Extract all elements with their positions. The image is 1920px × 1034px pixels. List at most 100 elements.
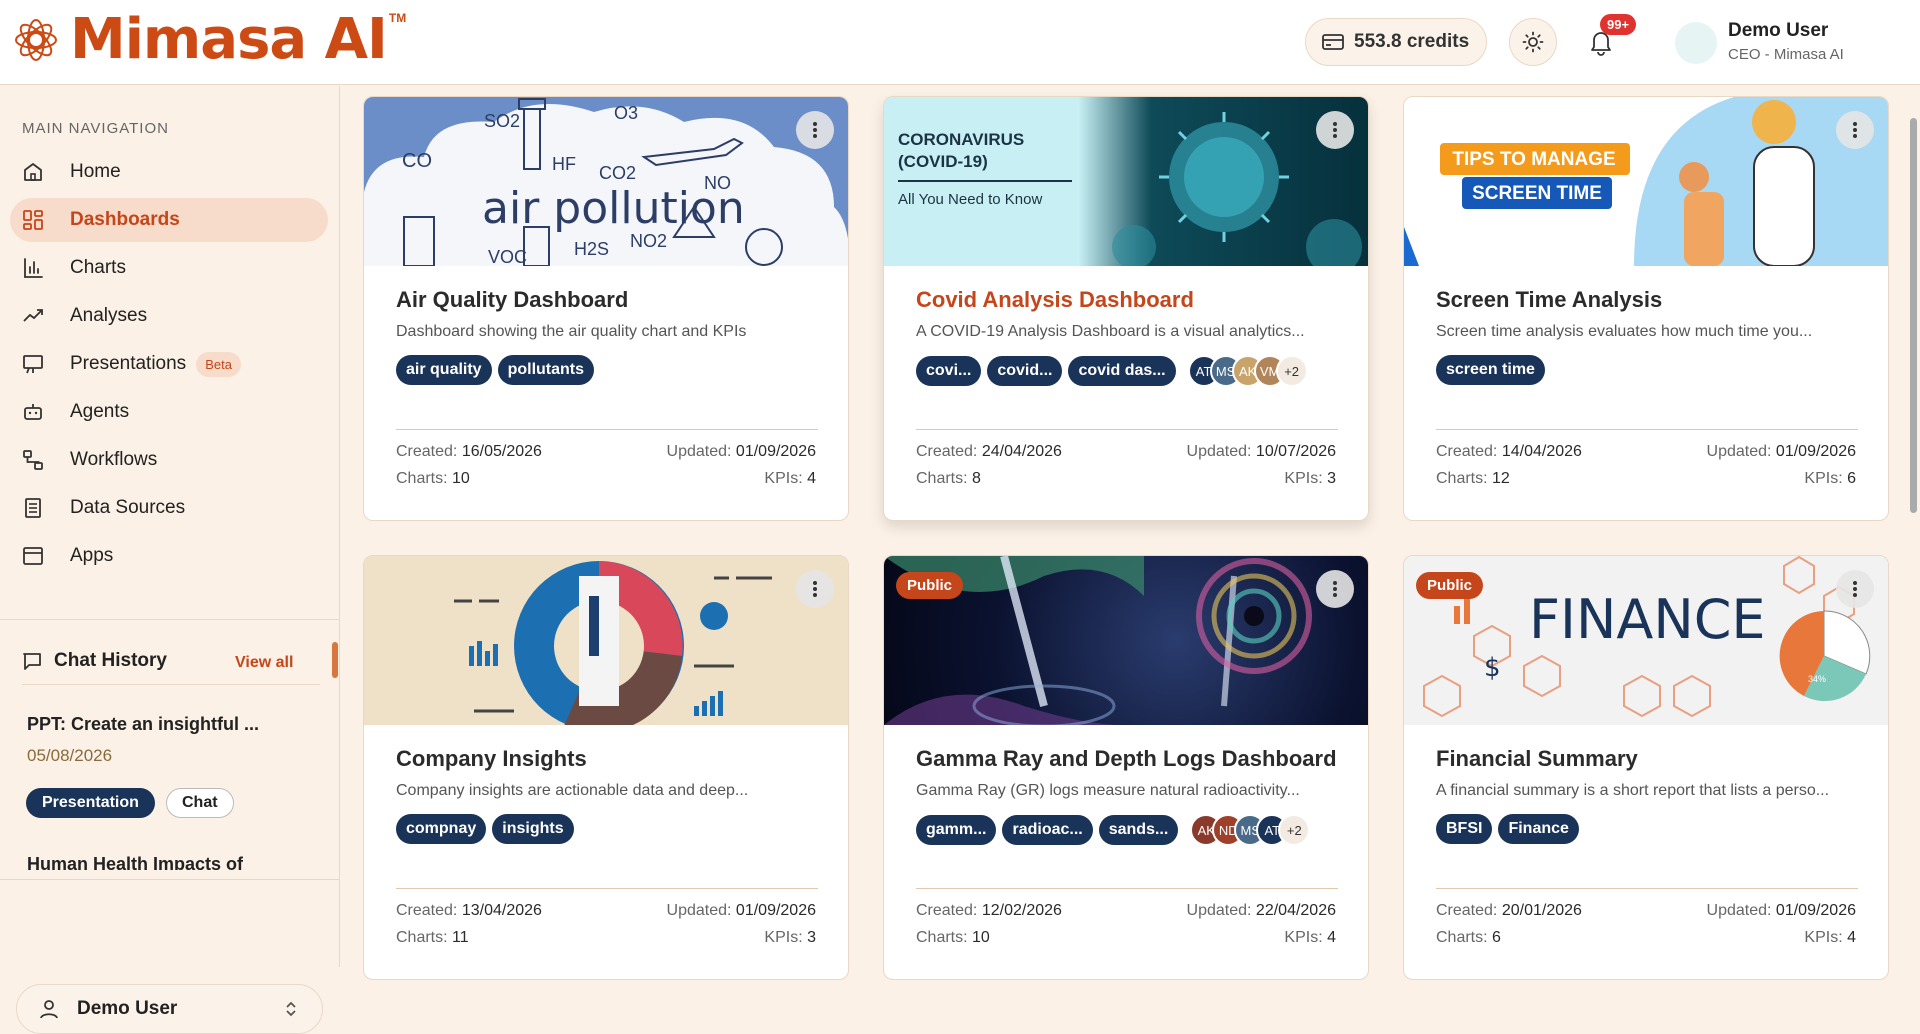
card-title[interactable]: Covid Analysis Dashboard [916,287,1194,313]
bot-icon [24,404,42,420]
sidebar-item-label: Charts [70,257,126,278]
more-options-button[interactable] [1836,111,1874,149]
chat-history-title: Chat History [54,650,167,671]
view-all-link[interactable]: View all [235,654,293,672]
chat-tag-presentation: Presentation [26,788,155,818]
tag: covi... [916,356,982,386]
dashboard-card[interactable]: Company Insights Company insights are ac… [363,555,849,980]
chat-scrollbar[interactable] [332,642,338,678]
sidebar-item-label: Analyses [70,305,148,326]
more-options-button[interactable] [1316,570,1354,608]
tag: Finance [1498,814,1579,844]
user-icon [40,1000,58,1019]
image-headline: CORONAVIRUS [898,130,1024,149]
charts-count: Charts: 10 [396,470,470,487]
chem-label: VOC [488,247,527,266]
covid-illustration: CORONAVIRUS (COVID-19) All You Need to K… [898,112,1362,266]
kebab-icon [813,581,817,597]
chat-tag-chat: Chat [166,788,234,818]
dashboard-card[interactable]: Public Gamma Ray and Depth Logs Dashboar… [883,555,1369,980]
logo-mark-icon [15,19,57,61]
card-title[interactable]: Screen Time Analysis [1436,287,1662,313]
chat-item-title[interactable]: PPT: Create an insightful ... [27,714,259,735]
avatar[interactable] [1675,22,1717,64]
dashboard-card[interactable]: 34% $ FINANCE Public Financial Summary A… [1403,555,1889,980]
sidebar-item-agents[interactable]: Agents [10,390,328,434]
card-image: CORONAVIRUS (COVID-19) All You Need to K… [884,97,1368,266]
main-scrollbar[interactable] [1910,118,1917,513]
sidebar-item-data-sources[interactable]: Data Sources [10,486,328,530]
company-insights-illustration [454,561,772,725]
user-switcher[interactable]: Demo User [16,984,323,1034]
grid-icon [23,210,43,230]
tag: compnay [396,814,487,844]
card-title[interactable]: Company Insights [396,746,587,772]
more-avatars: +2 [1278,814,1311,846]
card-tags: BFSI Finance [1436,814,1585,844]
credits-button[interactable]: 553.8 credits [1305,18,1487,66]
app-window-icon [23,547,43,565]
kpis-count: KPIs: 4 [764,470,816,487]
screen-time-illustration: TIPS TO MANAGE SCREEN TIME [1404,97,1888,266]
tag: gamm... [916,815,997,845]
created-date: Created: 16/05/2026 [396,443,542,460]
kpis-count: KPIs: 4 [1284,929,1336,946]
card-title[interactable]: Financial Summary [1436,746,1638,772]
updated-date: Updated: 01/09/2026 [666,902,816,919]
user-switcher-name: Demo User [77,998,178,1019]
credits-label: 553.8 credits [1354,31,1470,52]
card-tags: compnay insights [396,814,580,844]
more-options-button[interactable] [1836,570,1874,608]
divider [0,619,340,620]
card-icon [1322,34,1344,50]
tag: insights [492,814,574,844]
sidebar-item-presentations[interactable]: Presentations Beta [10,342,328,386]
more-options-button[interactable] [1316,111,1354,149]
user-name[interactable]: Demo User [1728,20,1828,42]
card-title[interactable]: Gamma Ray and Depth Logs Dashboard [916,746,1337,772]
trend-icon [23,309,43,322]
sidebar-item-label: Agents [70,401,130,422]
tag: air quality [396,355,492,385]
created-date: Created: 24/04/2026 [916,443,1062,460]
divider [22,684,320,685]
nav-section-title: MAIN NAVIGATION [22,120,169,137]
more-options-button[interactable] [796,570,834,608]
charts-count: Charts: 12 [1436,470,1510,487]
more-options-button[interactable] [796,111,834,149]
chat-item-date: 05/08/2026 [27,746,113,765]
chem-label: CO [402,150,432,172]
tag: BFSI [1436,814,1493,844]
kebab-icon [1333,581,1337,597]
charts-count: Charts: 6 [1436,929,1501,946]
tag: covid das... [1068,356,1176,386]
chem-label: O3 [614,103,638,123]
chat-item-title[interactable]: Human Health Impacts of [27,854,243,870]
sidebar-item-analyses[interactable]: Analyses [10,294,328,338]
sidebar-item-home[interactable]: Home [10,150,328,194]
dashboard-card[interactable]: CO SO2 O3 HF CO2 NO H2S NO2 VOC air poll… [363,96,849,521]
card-description: A financial summary is a short report th… [1436,782,1830,799]
dashboard-card[interactable]: TIPS TO MANAGE SCREEN TIME Screen Time A… [1403,96,1889,521]
sidebar-item-dashboards[interactable]: Dashboards [10,198,328,242]
divider [396,429,818,430]
kebab-icon [1853,122,1857,138]
sidebar-item-charts[interactable]: Charts [10,246,328,290]
brand-logo[interactable]: Mimasa AI TM [12,6,406,74]
kpis-count: KPIs: 6 [1804,470,1856,487]
updated-date: Updated: 01/09/2026 [666,443,816,460]
created-date: Created: 20/01/2026 [1436,902,1582,919]
card-title[interactable]: Air Quality Dashboard [396,287,628,313]
sidebar-item-label: Home [70,161,121,182]
collaborator-avatars[interactable]: AT MS AK VM +2 [1187,355,1308,387]
divider [1436,888,1858,889]
chevron-up-down-icon [286,1001,296,1017]
collaborator-avatars[interactable]: AK ND MS AT +2 [1190,814,1311,846]
card-description: Gamma Ray (GR) logs measure natural radi… [916,782,1300,799]
theme-toggle-button[interactable] [1509,18,1557,66]
sidebar-item-apps[interactable]: Apps [10,534,328,578]
tag: radioac... [1002,815,1093,845]
divider [396,888,818,889]
sidebar-item-workflows[interactable]: Workflows [10,438,328,482]
dashboard-card[interactable]: CORONAVIRUS (COVID-19) All You Need to K… [883,96,1369,521]
